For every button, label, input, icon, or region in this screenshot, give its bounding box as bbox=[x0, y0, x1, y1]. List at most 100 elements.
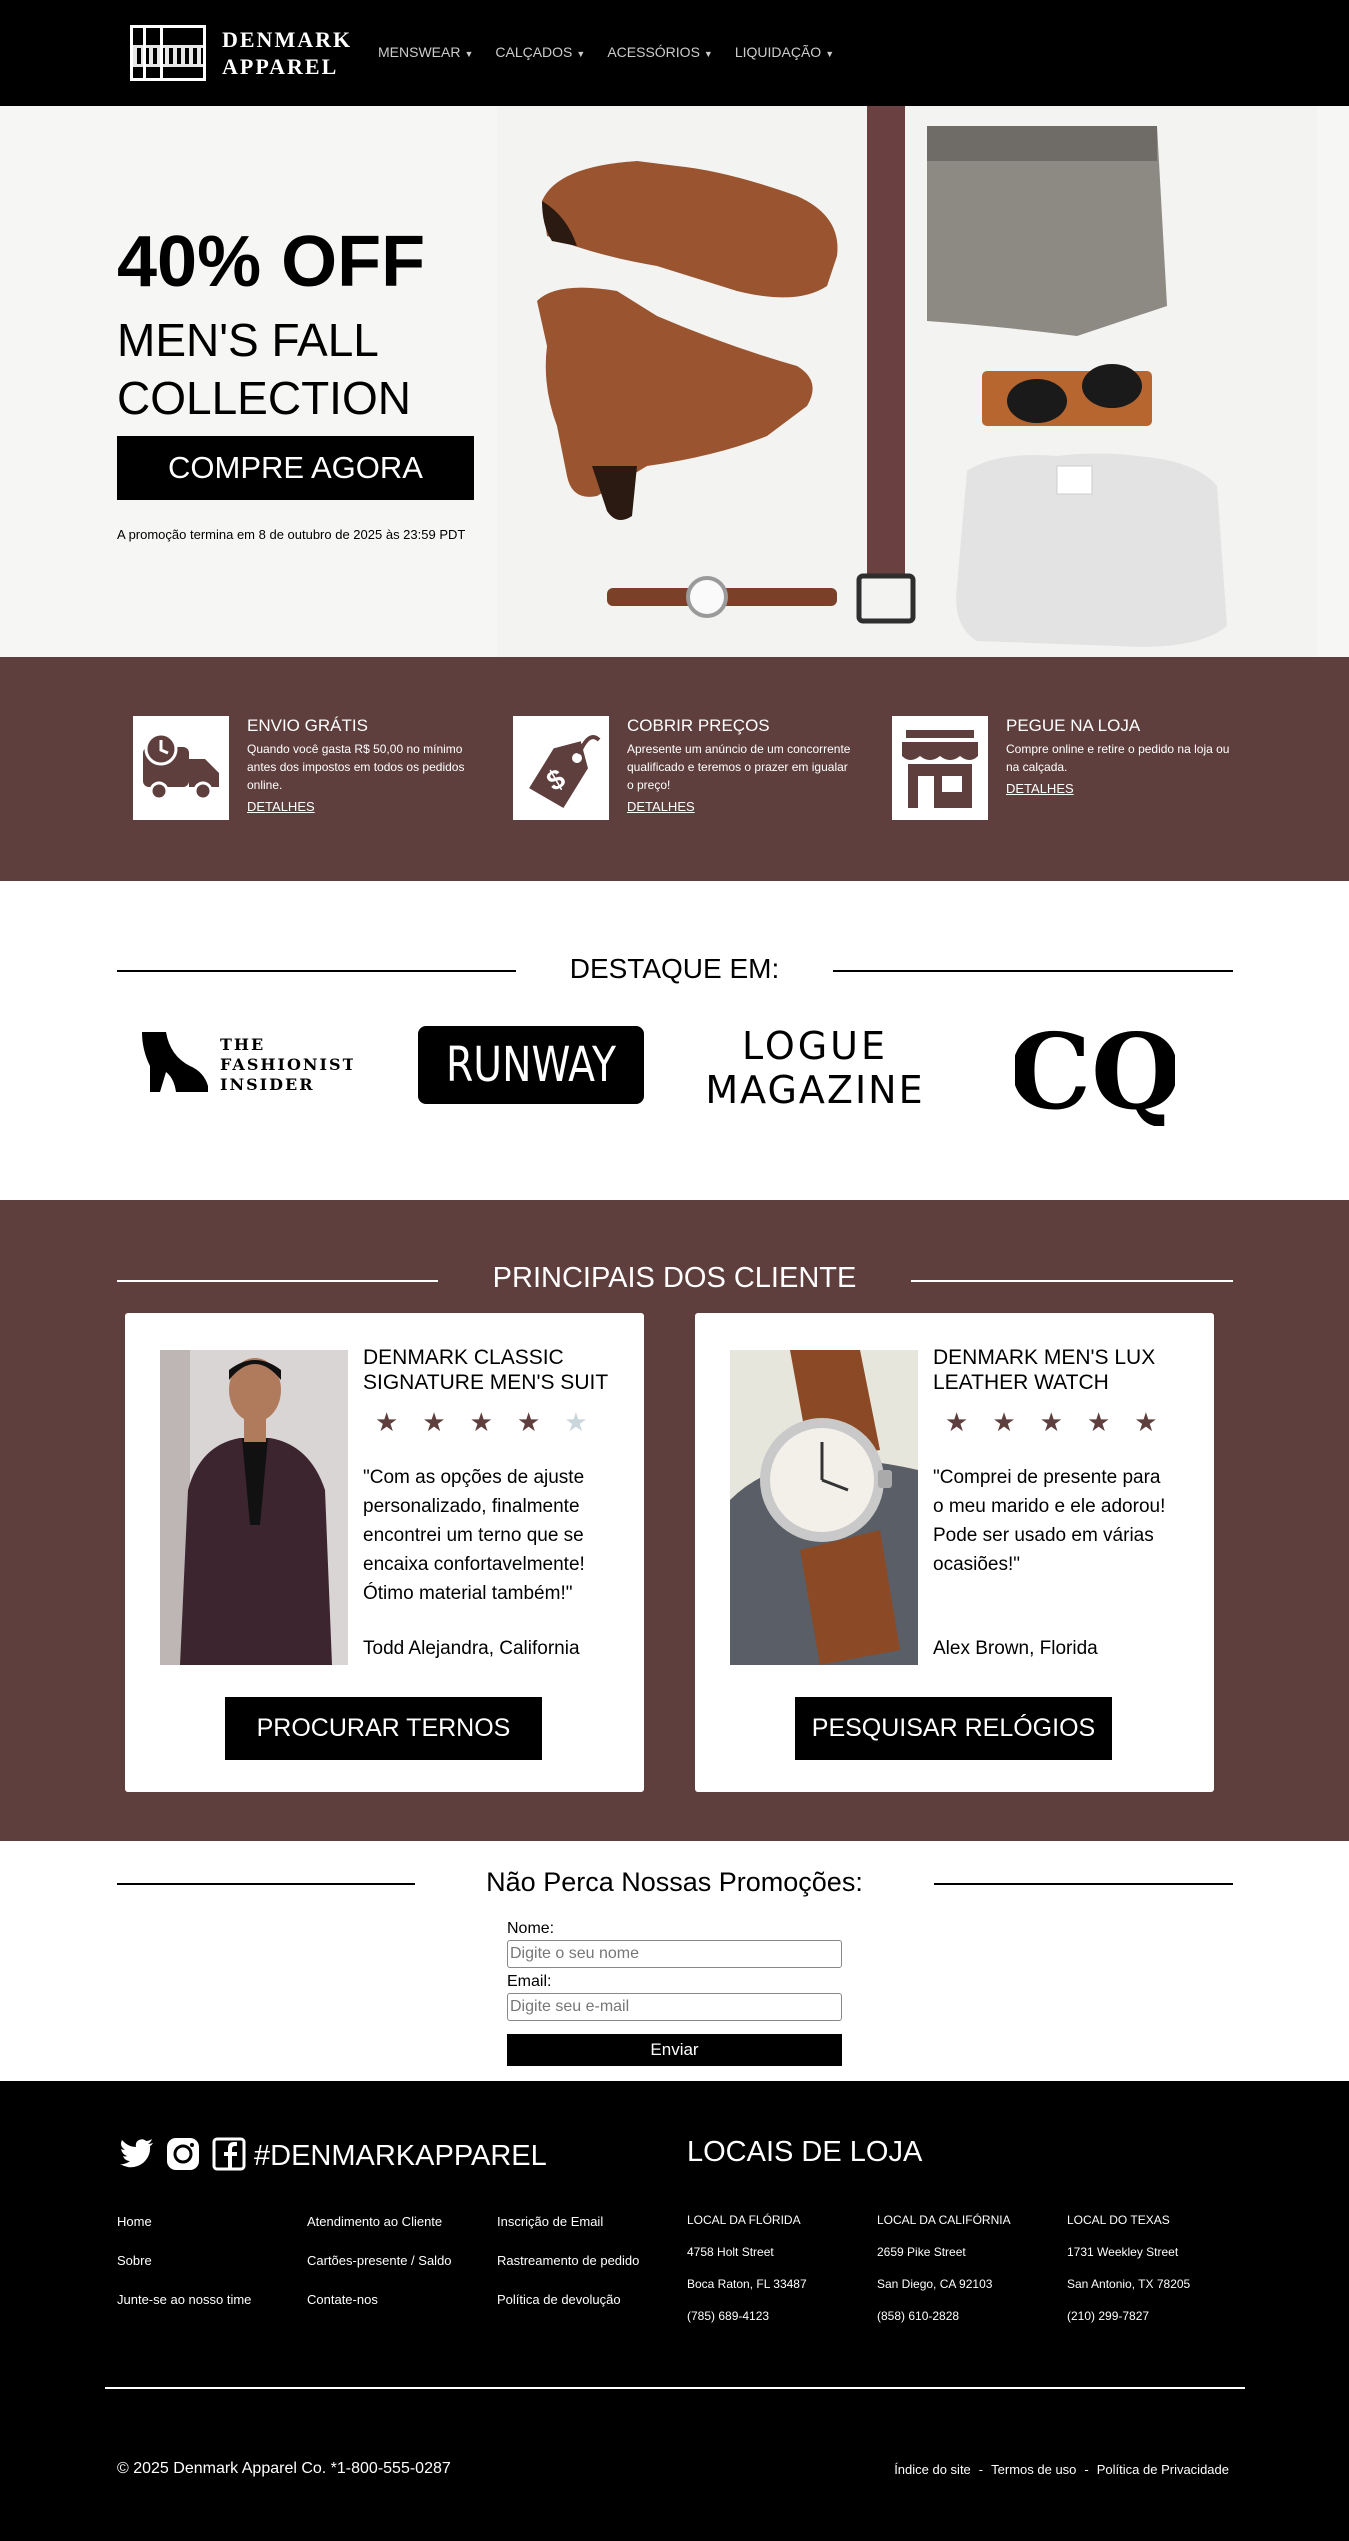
hero-headline: 40% OFF bbox=[117, 222, 426, 302]
suit-product-image bbox=[160, 1350, 348, 1665]
benefit-free-shipping: ENVIO GRÁTIS Quando você gasta R$ 50,00 … bbox=[133, 716, 473, 822]
browse-suits-button[interactable]: PROCURAR TERNOS bbox=[225, 1697, 542, 1760]
featured-heading: DESTAQUE EM: bbox=[569, 953, 780, 984]
svg-text:THE: THE bbox=[220, 1035, 265, 1054]
promo-end-note: A promoção termina em 8 de outubro de 20… bbox=[117, 527, 466, 542]
details-link[interactable]: DETALHES bbox=[627, 799, 695, 814]
benefit-store-pickup: PEGUE NA LOJA Compre online e retire o p… bbox=[892, 716, 1232, 822]
benefit-title: COBRIR PREÇOS bbox=[627, 716, 770, 735]
storefront-icon bbox=[892, 716, 988, 820]
shop-now-button[interactable]: COMPRE AGORA bbox=[117, 436, 474, 500]
divider bbox=[833, 970, 1233, 972]
store-phone[interactable]: (210) 299-7827 bbox=[1067, 2300, 1257, 2332]
store-city: San Antonio, TX 78205 bbox=[1067, 2277, 1191, 2291]
chevron-down-icon: ▼ bbox=[825, 49, 835, 59]
brand-logo[interactable]: DENMARK APPAREL bbox=[130, 25, 352, 81]
footer-link-returns[interactable]: Política de devolução bbox=[497, 2292, 687, 2308]
search-watches-button[interactable]: PESQUISAR RELÓGIOS bbox=[795, 1697, 1112, 1760]
star-icon: ★ bbox=[375, 1407, 399, 1437]
social-links: #DENMARKAPPAREL bbox=[120, 2137, 547, 2176]
divider bbox=[117, 1883, 415, 1885]
cq-logo[interactable]: CQ bbox=[1008, 1010, 1181, 1133]
store-name: LOCAL DO TEXAS bbox=[1067, 2213, 1170, 2227]
star-icon: ★ bbox=[469, 1407, 493, 1437]
details-link[interactable]: DETALHES bbox=[1006, 781, 1074, 796]
email-label: Email: bbox=[507, 1973, 552, 1990]
store-name: LOCAL DA FLÓRIDA bbox=[687, 2213, 801, 2227]
submit-button[interactable]: Enviar bbox=[507, 2034, 842, 2066]
store-phone[interactable]: (858) 610-2828 bbox=[877, 2300, 1067, 2332]
footer-link-contact[interactable]: Contate-nos bbox=[307, 2292, 497, 2308]
menu-liquidacao[interactable]: LIQUIDAÇÃO ▼ bbox=[735, 44, 834, 60]
runway-logo[interactable]: RUNWAY bbox=[418, 1026, 644, 1109]
menu-acessorios[interactable]: ACESSÓRIOS ▼ bbox=[607, 44, 713, 60]
delivery-truck-icon bbox=[133, 716, 229, 820]
sitemap-link[interactable]: Índice do site bbox=[894, 2462, 971, 2477]
testimonial-card-watch: DENMARK MEN'S LUX LEATHER WATCH ★ ★ ★ ★ … bbox=[695, 1313, 1214, 1792]
hero-product-image bbox=[497, 106, 1317, 657]
store-locations: LOCAL DA FLÓRIDA 4758 Holt Street Boca R… bbox=[687, 2204, 1257, 2332]
main-menu: MENSWEAR ▼ CALÇADOS ▼ ACESSÓRIOS ▼ LIQUIDAÇ… bbox=[378, 44, 834, 60]
star-icon: ★ bbox=[422, 1407, 446, 1437]
name-input[interactable] bbox=[507, 1940, 842, 1968]
email-input[interactable] bbox=[507, 1993, 842, 2021]
customer-quote: "Comprei de presente para o meu marido e… bbox=[933, 1467, 1166, 1575]
store-city: San Diego, CA 92103 bbox=[877, 2277, 993, 2291]
store-street: 2659 Pike Street bbox=[877, 2245, 966, 2259]
terms-link[interactable]: Termos de uso bbox=[991, 2462, 1076, 2477]
star-icon: ★ bbox=[1086, 1407, 1111, 1437]
price-tag-icon: $ bbox=[513, 716, 609, 820]
star-icon: ★ bbox=[992, 1407, 1016, 1437]
store-california: LOCAL DA CALIFÓRNIA 2659 Pike Street San… bbox=[877, 2204, 1067, 2332]
store-texas: LOCAL DO TEXAS 1731 Weekley Street San A… bbox=[1067, 2204, 1257, 2332]
fashionista-insider-logo[interactable]: THE FASHIONISTA INSIDER bbox=[138, 1026, 368, 1101]
store-florida: LOCAL DA FLÓRIDA 4758 Holt Street Boca R… bbox=[687, 2204, 877, 2332]
chevron-down-icon: ▼ bbox=[464, 49, 474, 59]
footer-link-customer-service[interactable]: Atendimento ao Cliente bbox=[307, 2214, 497, 2230]
footer-link-careers[interactable]: Junte-se ao nosso time bbox=[117, 2292, 307, 2308]
store-name: LOCAL DA CALIFÓRNIA bbox=[877, 2213, 1011, 2227]
facebook-icon[interactable] bbox=[212, 2137, 246, 2176]
menu-calcados[interactable]: CALÇADOS ▼ bbox=[495, 44, 585, 60]
footer-link-order-tracking[interactable]: Rastreamento de pedido bbox=[497, 2253, 687, 2269]
twitter-icon[interactable] bbox=[120, 2139, 154, 2174]
rating-stars: ★ ★ ★ ★ ★ bbox=[375, 1407, 588, 1438]
star-empty-icon: ★ bbox=[564, 1407, 588, 1437]
product-title: DENMARK MEN'S LUX LEATHER WATCH bbox=[933, 1346, 1156, 1394]
star-icon: ★ bbox=[1134, 1407, 1158, 1437]
brand-name-line1: DENMARK bbox=[222, 27, 353, 52]
newsletter-form: Nome: Email: Enviar bbox=[507, 1920, 842, 2066]
store-phone[interactable]: (785) 689-4123 bbox=[687, 2300, 877, 2332]
logue-magazine-logo[interactable]: LOGUE MAGAZINE bbox=[705, 1021, 925, 1116]
chevron-down-icon: ▼ bbox=[703, 49, 713, 59]
svg-text:LOGUE: LOGUE bbox=[742, 1024, 888, 1068]
svg-text:INSIDER: INSIDER bbox=[220, 1075, 315, 1094]
footer-link-home[interactable]: Home bbox=[117, 2214, 307, 2230]
divider bbox=[117, 1280, 438, 1282]
chevron-down-icon: ▼ bbox=[576, 49, 586, 59]
store-city: Boca Raton, FL 33487 bbox=[687, 2277, 807, 2291]
name-label: Nome: bbox=[507, 1920, 555, 1937]
footer-links: Home Atendimento ao Cliente Inscrição de… bbox=[117, 2214, 687, 2308]
star-icon: ★ bbox=[1039, 1407, 1063, 1437]
menu-menswear[interactable]: MENSWEAR ▼ bbox=[378, 44, 473, 60]
newsletter-section: Não Perca Nossas Promoções: Nome: Email:… bbox=[0, 1841, 1349, 2081]
footer-link-gift-cards[interactable]: Cartões-presente / Saldo bbox=[307, 2253, 497, 2269]
benefit-description: Apresente um anúncio de um concorrente q… bbox=[627, 742, 851, 792]
details-link[interactable]: DETALHES bbox=[247, 799, 315, 814]
svg-text:CQ: CQ bbox=[1015, 1016, 1175, 1126]
divider bbox=[934, 1883, 1233, 1885]
legal-links: Índice do site - Termos de uso - Polític… bbox=[894, 2462, 1229, 2477]
privacy-link[interactable]: Política de Privacidade bbox=[1097, 2462, 1229, 2477]
svg-text:MAGAZINE: MAGAZINE bbox=[705, 1068, 924, 1111]
instagram-icon[interactable] bbox=[166, 2137, 200, 2176]
divider bbox=[117, 970, 516, 972]
footer-divider bbox=[105, 2387, 1245, 2389]
footer-link-about[interactable]: Sobre bbox=[117, 2253, 307, 2269]
store-locations-heading: LOCAIS DE LOJA bbox=[687, 2136, 923, 2168]
watch-product-image bbox=[730, 1350, 918, 1665]
top-customers-section: PRINCIPAIS DOS CLIENTE DENMARK CLASSIC S… bbox=[0, 1200, 1349, 1841]
customer-quote: "Com as opções de ajuste personalizado, … bbox=[363, 1467, 585, 1604]
featured-in-section: DESTAQUE EM: THE FASHIONISTA INSIDER RUN… bbox=[0, 881, 1349, 1200]
footer-link-email-signup[interactable]: Inscrição de Email bbox=[497, 2214, 687, 2230]
